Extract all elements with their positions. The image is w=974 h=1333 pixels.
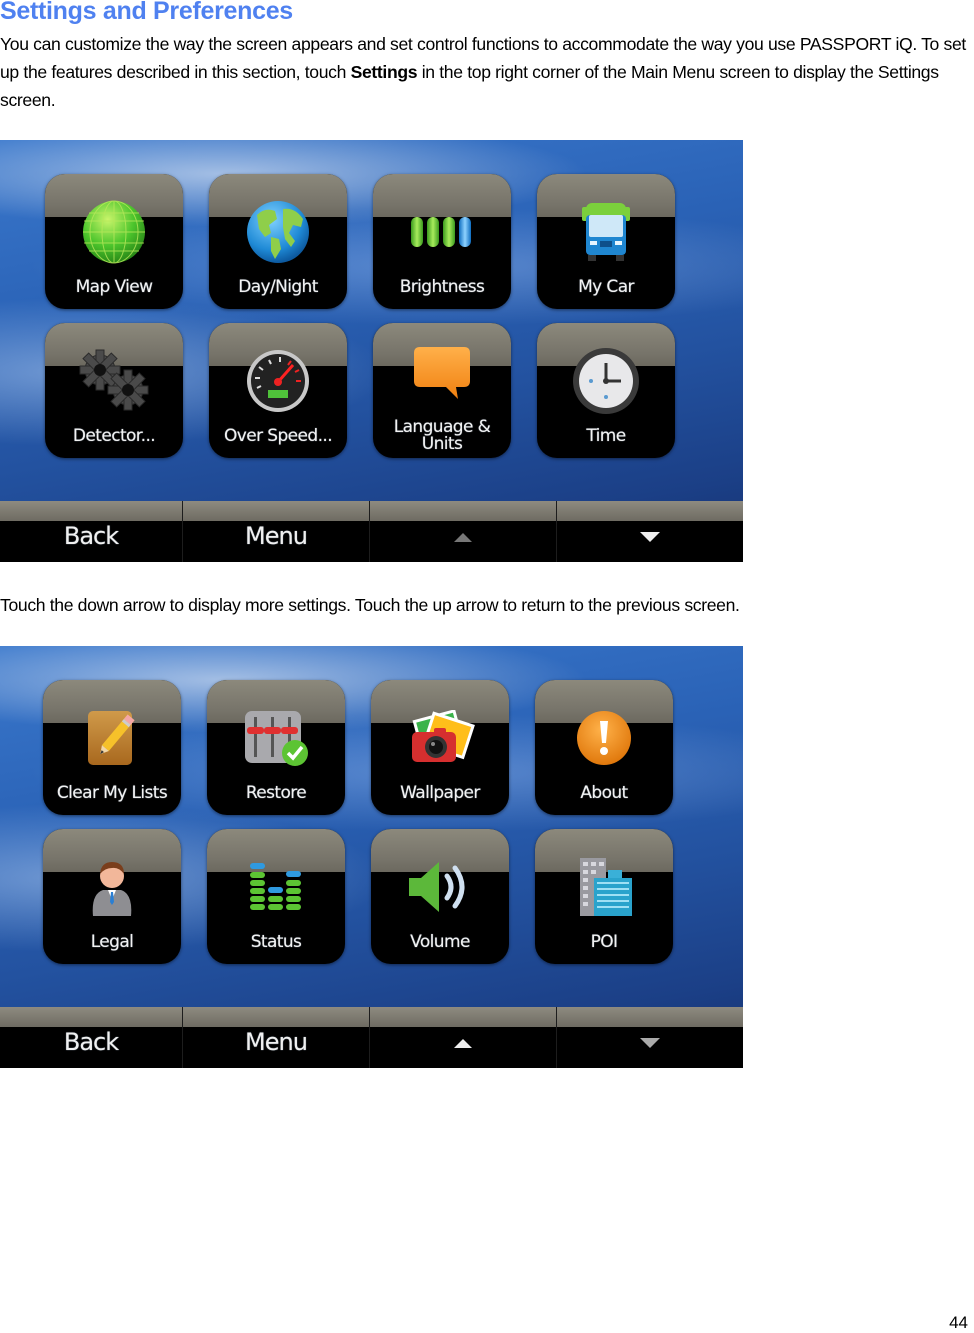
menu-button[interactable]: Menu xyxy=(183,1007,370,1068)
instruction-paragraph: Touch the down arrow to display more set… xyxy=(0,595,740,615)
tile-label: Clear My Lists xyxy=(56,783,168,803)
exclamation-icon xyxy=(535,700,673,775)
tile-label: Time xyxy=(586,426,626,446)
camera-photos-icon xyxy=(371,700,509,775)
notepad-pencil-icon xyxy=(43,700,181,775)
tile-restore[interactable]: Restore xyxy=(207,680,345,815)
tile-over-speed[interactable]: Over Speed... xyxy=(209,323,347,458)
clock-icon xyxy=(537,343,675,418)
speech-bubble-icon xyxy=(373,335,511,410)
buildings-icon xyxy=(535,849,673,924)
back-button[interactable]: Back xyxy=(0,501,183,562)
page-number: 44 xyxy=(949,1313,968,1332)
down-arrow-button[interactable] xyxy=(557,501,743,562)
tile-time[interactable]: Time xyxy=(537,323,675,458)
up-arrow-icon xyxy=(454,1039,472,1048)
tile-clear-my-lists[interactable]: Clear My Lists xyxy=(43,680,181,815)
settings-screen-page-1: Map View Day/Night Brightness My Car Det… xyxy=(0,140,743,562)
tile-label: Restore xyxy=(245,783,307,803)
tile-label: Day/Night xyxy=(238,277,318,297)
person-suit-icon xyxy=(43,849,181,924)
tile-status[interactable]: Status xyxy=(207,829,345,964)
speedometer-icon xyxy=(209,343,347,418)
tile-label: Volume xyxy=(410,932,470,952)
bottom-navbar: Back Menu xyxy=(0,1007,743,1068)
tile-legal[interactable]: Legal xyxy=(43,829,181,964)
bottom-navbar: Back Menu xyxy=(0,501,743,562)
sliders-check-icon xyxy=(207,700,345,775)
tile-label: My Car xyxy=(578,277,634,297)
speaker-icon xyxy=(371,849,509,924)
globe-grid-icon xyxy=(45,194,183,269)
down-arrow-icon xyxy=(640,532,660,542)
tile-day-night[interactable]: Day/Night xyxy=(209,174,347,309)
earth-icon xyxy=(209,194,347,269)
tile-label: Over Speed... xyxy=(224,426,333,446)
tile-label: Legal xyxy=(90,932,134,952)
tile-my-car[interactable]: My Car xyxy=(537,174,675,309)
tile-label: Detector... xyxy=(72,426,156,446)
tile-label: About xyxy=(580,783,628,803)
tile-label: Status xyxy=(250,932,302,952)
down-arrow-button[interactable] xyxy=(557,1007,743,1068)
tile-map-view[interactable]: Map View xyxy=(45,174,183,309)
gears-icon xyxy=(45,343,183,418)
up-arrow-button[interactable] xyxy=(370,1007,557,1068)
brightness-bars-icon xyxy=(373,194,511,269)
back-button[interactable]: Back xyxy=(0,1007,183,1068)
tile-label: Language & Units xyxy=(393,417,491,454)
level-bars-icon xyxy=(207,849,345,924)
tile-label: Map View xyxy=(75,277,153,297)
up-arrow-icon xyxy=(454,533,472,542)
up-arrow-button[interactable] xyxy=(370,501,557,562)
tile-volume[interactable]: Volume xyxy=(371,829,509,964)
bus-icon xyxy=(537,194,675,269)
section-heading: Settings and Preferences xyxy=(0,0,293,25)
tile-brightness[interactable]: Brightness xyxy=(373,174,511,309)
tile-label: POI xyxy=(590,932,618,952)
menu-button[interactable]: Menu xyxy=(183,501,370,562)
tile-language-units[interactable]: Language & Units xyxy=(373,323,511,458)
down-arrow-icon xyxy=(640,1038,660,1048)
settings-screen-page-2: Clear My Lists Restore Wallpaper About L… xyxy=(0,646,743,1068)
settings-term: Settings xyxy=(350,62,418,82)
tile-about[interactable]: About xyxy=(535,680,673,815)
tile-label: Brightness xyxy=(399,277,485,297)
tile-label: Wallpaper xyxy=(400,783,480,803)
tile-detector[interactable]: Detector... xyxy=(45,323,183,458)
intro-paragraph: You can customize the way the screen app… xyxy=(0,30,974,114)
tile-poi[interactable]: POI xyxy=(535,829,673,964)
tile-wallpaper[interactable]: Wallpaper xyxy=(371,680,509,815)
